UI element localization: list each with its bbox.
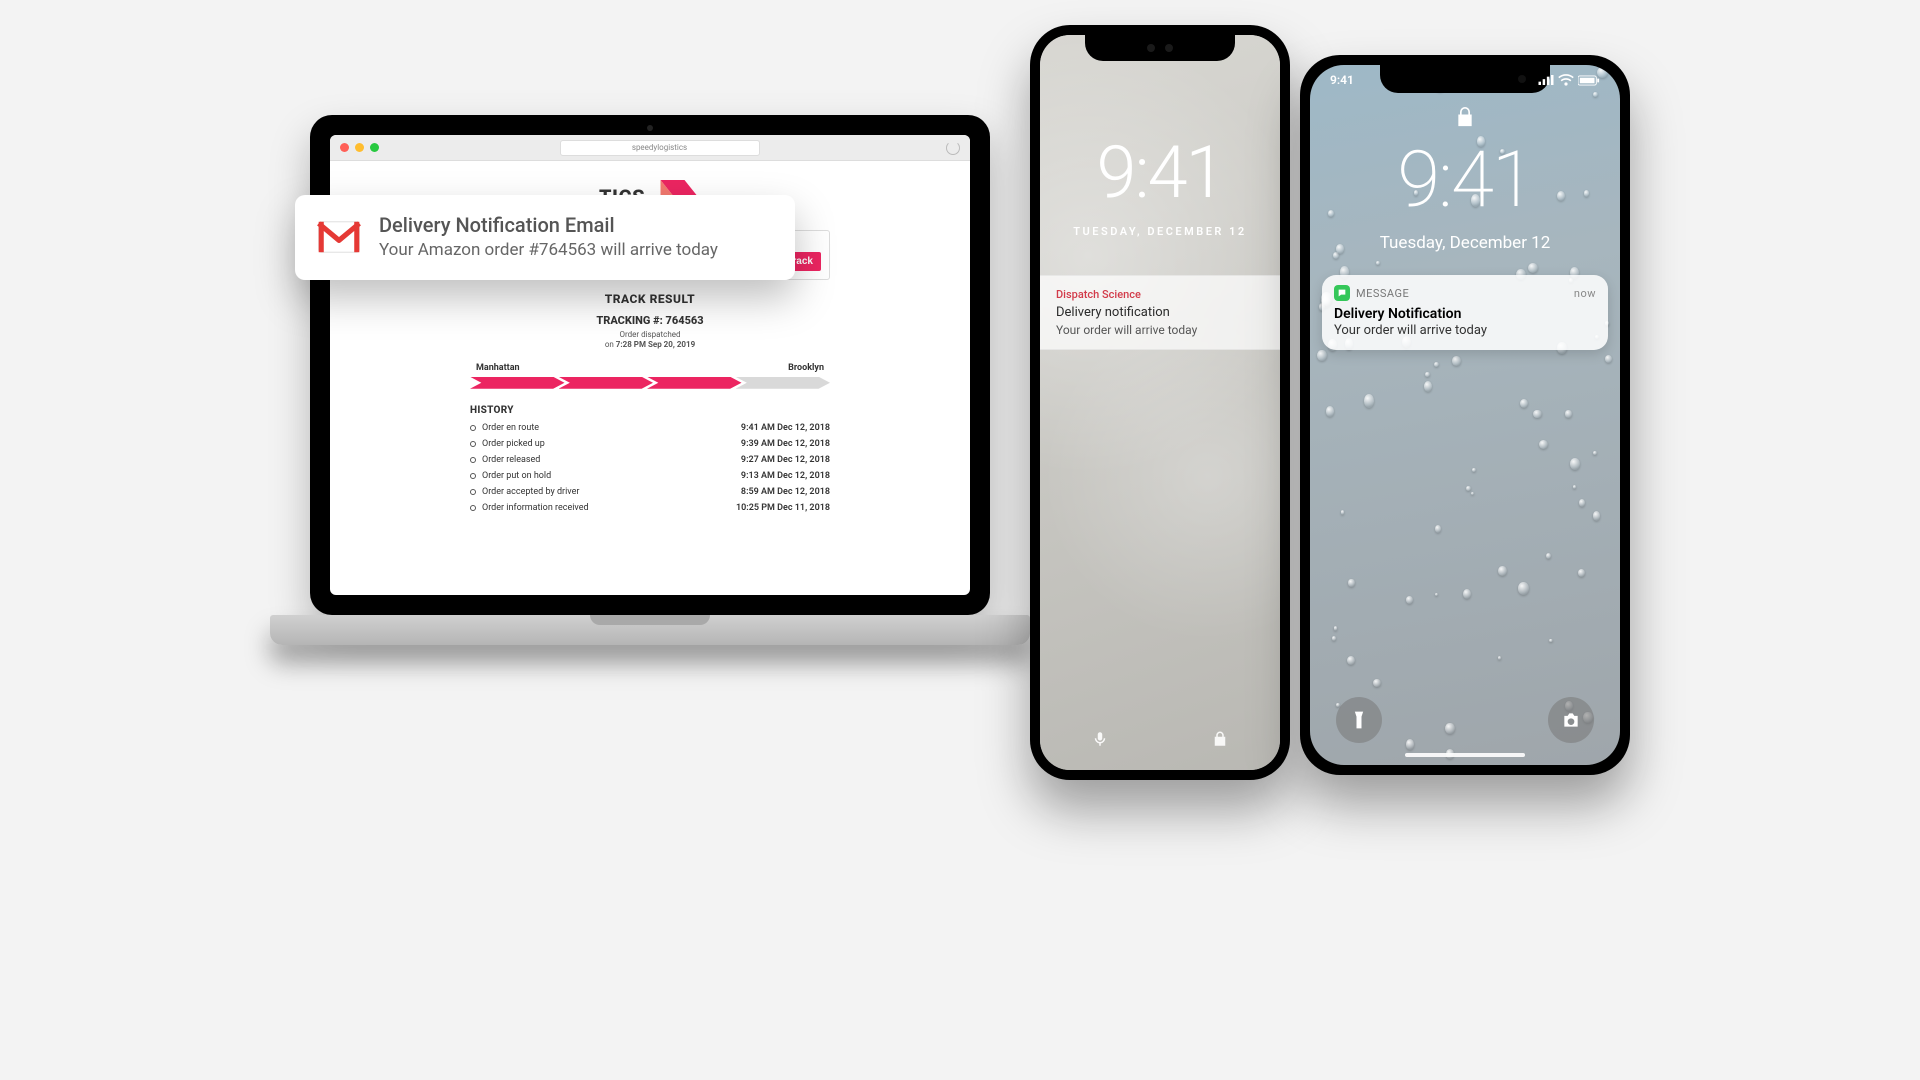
history-timestamp: 9:39 AM Dec 12, 2018: [741, 439, 830, 449]
route-from: Manhattan: [476, 363, 520, 373]
route-labels: Manhattan Brooklyn: [470, 363, 830, 373]
camera-button[interactable]: [1548, 697, 1594, 743]
wifi-icon: [1558, 74, 1574, 86]
ios-statusbar: 9:41: [1330, 73, 1600, 87]
ios-notification[interactable]: MESSAGE now Delivery Notification Your o…: [1322, 275, 1608, 350]
mic-icon[interactable]: [1091, 730, 1109, 752]
tracking-number-label: TRACKING #: 764563: [470, 314, 830, 327]
toast-body: Your Amazon order #764563 will arrive to…: [379, 239, 718, 262]
history-event: Order put on hold: [482, 471, 735, 481]
history-row: Order put on hold 9:13 AM Dec 12, 2018: [470, 468, 830, 484]
laptop-base: [270, 615, 1030, 645]
ios-notif-body: Your order will arrive today: [1334, 323, 1596, 338]
history-event: Order released: [482, 455, 735, 465]
window-minimize-icon[interactable]: [355, 143, 364, 152]
bullet-icon: [470, 489, 476, 495]
window-close-icon[interactable]: [340, 143, 349, 152]
webcam-icon: [647, 125, 653, 131]
ios-notif-app-label: MESSAGE: [1356, 287, 1409, 300]
stage: speedylogistics TICS Track an order: [240, 0, 1680, 810]
flashlight-button[interactable]: [1336, 697, 1382, 743]
history-timestamp: 10:25 PM Dec 11, 2018: [736, 503, 830, 513]
android-lockscreen: 9:41 TUESDAY, DECEMBER 12 Dispatch Scien…: [1040, 35, 1280, 770]
android-notch: [1085, 35, 1235, 61]
ios-notif-when: now: [1574, 287, 1596, 300]
bullet-icon: [470, 425, 476, 431]
ios-status-time: 9:41: [1330, 73, 1354, 87]
iphone-mockup: 9:41 9:41 Tuesday, December 12 MESSAGE n…: [1300, 55, 1630, 775]
progress-segment: [470, 377, 565, 389]
progress-segment: [736, 377, 831, 389]
android-date: TUESDAY, DECEMBER 12: [1040, 225, 1280, 238]
android-notif-body: Your order will arrive today: [1056, 323, 1264, 337]
ios-status-right: [1538, 73, 1600, 87]
history-event: Order en route: [482, 423, 735, 433]
ios-clock: 9:41: [1310, 135, 1620, 226]
android-notif-title: Delivery notification: [1056, 305, 1264, 320]
bullet-icon: [470, 457, 476, 463]
signal-icon: [1538, 75, 1554, 85]
progress-segment: [647, 377, 742, 389]
android-bottom-actions: [1040, 730, 1280, 752]
browser-toolbar: speedylogistics: [330, 135, 970, 161]
bullet-icon: [470, 505, 476, 511]
history-row: Order picked up 9:39 AM Dec 12, 2018: [470, 436, 830, 452]
history-row: Order en route 9:41 AM Dec 12, 2018: [470, 420, 830, 436]
history-list: Order en route9:41 AM Dec 12, 2018Order …: [470, 420, 830, 516]
history-event: Order information received: [482, 503, 730, 513]
history-row: Order released 9:27 AM Dec 12, 2018: [470, 452, 830, 468]
history-timestamp: 9:13 AM Dec 12, 2018: [741, 471, 830, 481]
battery-icon: [1578, 75, 1600, 86]
history-timestamp: 9:41 AM Dec 12, 2018: [741, 423, 830, 433]
history-event: Order accepted by driver: [482, 487, 735, 497]
android-notification[interactable]: Dispatch Science Delivery notification Y…: [1040, 275, 1280, 350]
lock-icon[interactable]: [1211, 730, 1229, 752]
ios-notif-title: Delivery Notification: [1334, 306, 1596, 322]
window-maximize-icon[interactable]: [370, 143, 379, 152]
history-row: Order accepted by driver 8:59 AM Dec 12, …: [470, 484, 830, 500]
lock-icon: [1310, 105, 1620, 129]
gmail-icon: [317, 220, 361, 254]
messages-app-icon: [1334, 285, 1350, 301]
android-notif-app: Dispatch Science: [1056, 288, 1264, 301]
track-result-heading: TRACK RESULT: [470, 292, 830, 306]
ios-lockscreen: 9:41 9:41 Tuesday, December 12 MESSAGE n…: [1310, 65, 1620, 765]
progress-segment: [559, 377, 654, 389]
dispatch-info: Order dispatchedon 7:28 PM Sep 20, 2019: [470, 330, 830, 351]
history-row: Order information received 10:25 PM Dec 1…: [470, 500, 830, 516]
bullet-icon: [470, 441, 476, 447]
route-to: Brooklyn: [788, 363, 824, 373]
address-bar[interactable]: speedylogistics: [560, 140, 760, 156]
email-notification-toast[interactable]: Delivery Notification Email Your Amazon …: [295, 195, 795, 280]
history-event: Order picked up: [482, 439, 735, 449]
home-indicator[interactable]: [1405, 753, 1525, 757]
history-heading: HISTORY: [470, 405, 830, 416]
history-timestamp: 8:59 AM Dec 12, 2018: [741, 487, 830, 497]
android-phone-mockup: 9:41 TUESDAY, DECEMBER 12 Dispatch Scien…: [1030, 25, 1290, 780]
history-timestamp: 9:27 AM Dec 12, 2018: [741, 455, 830, 465]
reload-icon[interactable]: [946, 141, 960, 155]
ios-date: Tuesday, December 12: [1310, 233, 1620, 253]
delivery-progress: [470, 377, 830, 389]
android-clock: 9:41: [1040, 130, 1280, 215]
bullet-icon: [470, 473, 476, 479]
toast-title: Delivery Notification Email: [379, 213, 718, 237]
laptop-screen: speedylogistics TICS Track an order: [310, 115, 990, 615]
